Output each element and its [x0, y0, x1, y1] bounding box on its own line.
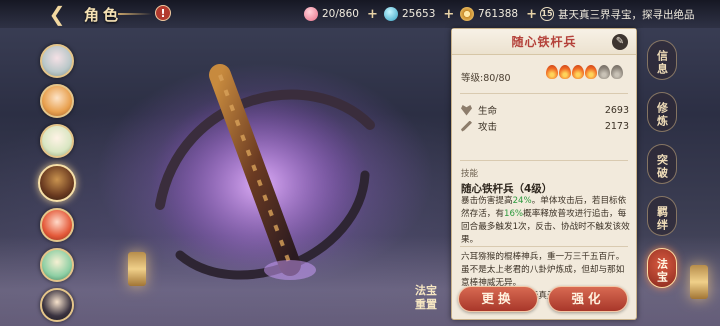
stat-value: 2693: [604, 104, 629, 116]
tab-info[interactable]: 信息: [647, 40, 677, 80]
weapon-artwork: [150, 64, 375, 280]
skill-description: 暴击伤害提高24%。单体攻击后，若目标依然存活，有16%概率释放普攻进行追击，每…: [461, 196, 630, 245]
roster-avatar[interactable]: [40, 288, 74, 322]
roster-avatar[interactable]: [40, 84, 74, 118]
title-decoration: [118, 13, 152, 15]
lore-line: 六耳猕猴的棍棒神兵，重一万三千五百斤。: [461, 252, 625, 262]
right-lantern: [690, 265, 708, 299]
add-peach-button[interactable]: +: [367, 7, 378, 22]
divider: [460, 246, 628, 247]
coin-icon: [460, 7, 474, 21]
stat-attack: 攻击 2173: [461, 119, 629, 133]
side-tab-bar: 信息 修炼 突破 羁绊 法宝: [644, 40, 680, 300]
back-arrow-icon: ❮: [48, 2, 66, 26]
roster-avatar[interactable]: [40, 44, 74, 78]
notice-icon: 15: [540, 7, 554, 21]
roster-avatar[interactable]: [40, 124, 74, 158]
alert-badge[interactable]: !: [155, 5, 171, 21]
flame-icon: [546, 65, 558, 79]
tab-cultivate[interactable]: 修炼: [647, 92, 677, 132]
flame-icon: [572, 65, 584, 79]
character-roster: [38, 44, 78, 326]
tab-bond[interactable]: 羁绊: [647, 196, 677, 236]
sword-icon: [461, 120, 472, 132]
roster-avatar-selected[interactable]: [38, 164, 76, 202]
star-rating: [546, 65, 624, 79]
stat-label: 攻击: [478, 122, 498, 133]
flame-icon: [559, 65, 571, 79]
jade-icon: [384, 7, 398, 21]
enhance-button[interactable]: 强化: [548, 286, 628, 312]
stat-value: 2173: [604, 120, 629, 132]
treasure-info-panel: 随心铁杆兵 ✎ 等级:80/80 生命 2693 攻击 2173 技能 随心铁杆…: [451, 28, 637, 320]
tab-breakthrough[interactable]: 突破: [647, 144, 677, 184]
peach-icon: [304, 7, 318, 21]
page-title: 角色: [84, 6, 123, 24]
stat-label: 生命: [478, 106, 498, 117]
flame-icon: [585, 65, 597, 79]
flame-icon-dim: [598, 65, 610, 79]
treasure-reset-label-1: 法宝: [415, 284, 437, 297]
coin-value: 761388: [478, 8, 519, 20]
treasure-name: 随心铁杆兵: [511, 35, 577, 49]
treasure-level: 等级:80/80: [461, 73, 511, 84]
heart-icon: [461, 105, 472, 116]
flame-icon-dim: [611, 65, 623, 79]
divider: [460, 160, 628, 161]
panel-header: 随心铁杆兵 ✎: [452, 29, 636, 55]
notice-marquee[interactable]: 15 甚天真三界寻宝，探寻出绝品: [540, 6, 695, 22]
top-bar: ❮ 角色 ! 20/860 + 25653 + 761388 + 15 甚天真三…: [0, 0, 720, 28]
brush-icon[interactable]: ✎: [612, 34, 628, 50]
roster-avatar[interactable]: [40, 248, 74, 282]
tab-treasure[interactable]: 法宝: [647, 248, 677, 288]
coin-resource: 761388 +: [460, 6, 537, 22]
add-coin-button[interactable]: +: [526, 7, 537, 22]
back-button[interactable]: ❮: [40, 3, 74, 25]
notice-text: 甚天真三界寻宝，探寻出绝品: [558, 8, 695, 21]
jade-value: 25653: [402, 8, 436, 20]
skill-section-label: 技能: [461, 169, 479, 179]
skill-title: 随心铁杆兵（4级）: [461, 183, 553, 195]
peach-value: 20/860: [322, 8, 359, 20]
peach-resource: 20/860 +: [304, 6, 378, 22]
treasure-reset-label-2: 重置: [415, 298, 437, 311]
replace-button[interactable]: 更换: [458, 286, 538, 312]
roster-avatar[interactable]: [40, 208, 74, 242]
stat-hp: 生命 2693: [461, 103, 629, 117]
divider: [460, 93, 628, 94]
jade-resource: 25653 +: [384, 6, 454, 22]
treasure-reset-button[interactable]: 法宝 重置: [408, 278, 444, 318]
add-jade-button[interactable]: +: [443, 7, 454, 22]
